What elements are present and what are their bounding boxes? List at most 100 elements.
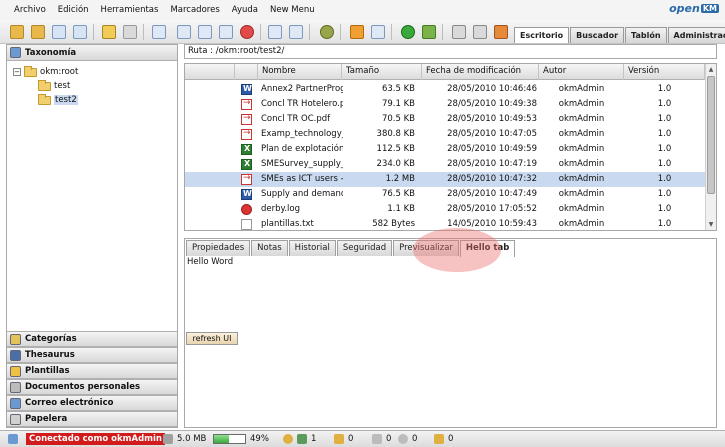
table-row[interactable]: SMEs as ICT users - s 1.2 MB 28/05/2010 10…: [185, 172, 705, 187]
uploader-icon[interactable]: [473, 25, 487, 39]
tree-root[interactable]: − okm:root: [13, 65, 79, 78]
scanner-icon[interactable]: [452, 25, 466, 39]
users-icon[interactable]: [297, 434, 307, 444]
quota-size: 5.0 MB: [177, 434, 207, 444]
tab-administracion[interactable]: Administración: [667, 27, 725, 43]
add-property-group-icon[interactable]: [268, 25, 282, 39]
scroll-up-icon[interactable]: ▲: [707, 65, 715, 74]
home-icon[interactable]: [422, 25, 436, 39]
download-icon[interactable]: [177, 25, 191, 39]
column-tamano[interactable]: Tamaño: [342, 64, 422, 80]
create-folder-icon[interactable]: [10, 25, 24, 39]
tab-escritorio[interactable]: Escritorio: [514, 27, 570, 43]
pdf-file-icon: [241, 98, 252, 110]
unlock-icon[interactable]: [123, 25, 137, 39]
toolbar-separator: [340, 24, 341, 40]
path-label: Ruta :: [188, 46, 214, 56]
column-type: [235, 64, 258, 80]
add-document-icon[interactable]: [152, 25, 166, 39]
tree-root-label: okm:root: [40, 67, 79, 77]
stack-papelera[interactable]: Papelera: [7, 411, 177, 427]
table-row[interactable]: SMESurvey_supply_G 234.0 KB 28/05/2010 10:…: [185, 157, 705, 172]
remove-property-group-icon[interactable]: [289, 25, 303, 39]
cell-version: 1.0: [657, 159, 672, 169]
add-subscription-icon[interactable]: [350, 25, 364, 39]
cell-date: 28/05/2010 10:47:49: [447, 189, 537, 199]
tab-propiedades[interactable]: Propiedades: [186, 240, 251, 256]
table-row[interactable]: Annex2 PartnerProgre 63.5 KB 28/05/2010 10…: [185, 82, 705, 97]
scroll-thumb[interactable]: [707, 76, 715, 194]
chat-icon[interactable]: [494, 25, 508, 39]
tree-item-test2[interactable]: test2: [38, 93, 78, 106]
refresh-ui-button[interactable]: refresh UI: [186, 332, 238, 345]
menu-archivo[interactable]: Archivo: [14, 5, 46, 15]
tab-tablon[interactable]: Tablón: [625, 27, 667, 43]
scroll-down-icon[interactable]: ▼: [707, 220, 715, 229]
table-row[interactable]: Supply and demand N 76.5 KB 28/05/2010 10:…: [185, 187, 705, 202]
locked-documents-icon[interactable]: [334, 434, 344, 444]
subscriptions-icon[interactable]: [434, 434, 444, 444]
column-version[interactable]: Versión: [624, 64, 705, 80]
table-header: Nombre Tamaño Fecha de modificación Auto…: [185, 64, 705, 80]
checkout-icon[interactable]: [372, 434, 382, 444]
remove-subscription-icon[interactable]: [371, 25, 385, 39]
stack-thesaurus[interactable]: Thesaurus: [7, 347, 177, 363]
menu-ayuda[interactable]: Ayuda: [232, 5, 258, 15]
menu-bar: Archivo Edición Herramientas Marcadores …: [0, 0, 725, 20]
path-bar: Ruta : /okm:root/test2/: [184, 44, 717, 59]
column-nombre[interactable]: Nombre: [258, 64, 342, 80]
taxonomy-icon: [10, 47, 21, 58]
cell-date: 28/05/2010 17:05:52: [447, 204, 537, 214]
settings-icon[interactable]: [398, 434, 408, 444]
table-row[interactable]: Concl TR Hotelero.pdf 79.1 KB 28/05/2010 1…: [185, 97, 705, 112]
cell-size: 63.5 KB: [381, 84, 415, 94]
stack-documentos-personales[interactable]: Documentos personales: [7, 379, 177, 395]
toolbar-separator: [442, 24, 443, 40]
trash-icon: [10, 413, 21, 425]
menu-herramientas[interactable]: Herramientas: [101, 5, 159, 15]
cell-author: okmAdmin: [558, 219, 605, 229]
collapse-icon[interactable]: −: [13, 68, 21, 76]
tab-seguridad[interactable]: Seguridad: [336, 240, 393, 256]
tree-item-test[interactable]: test: [38, 79, 70, 92]
user-icon[interactable]: [283, 434, 293, 444]
menu-new-menu[interactable]: New Menu: [270, 5, 315, 15]
cell-author: okmAdmin: [558, 99, 605, 109]
column-fecha[interactable]: Fecha de modificación: [422, 64, 539, 80]
cell-version: 1.0: [657, 219, 672, 229]
table-row[interactable]: Plan de explotación C 112.5 KB 28/05/2010 …: [185, 142, 705, 157]
checkin-icon[interactable]: [219, 25, 233, 39]
table-row[interactable]: derby.log 1.1 KB 28/05/2010 17:05:52 okmAdm…: [185, 202, 705, 217]
txt-file-icon: [241, 219, 252, 230]
refresh-icon[interactable]: [401, 25, 415, 39]
lock-icon[interactable]: [102, 25, 116, 39]
table-row[interactable]: Concl TR OC.pdf 70.5 KB 28/05/2010 10:49:5…: [185, 112, 705, 127]
tab-buscador[interactable]: Buscador: [570, 27, 625, 43]
cell-size: 1.1 KB: [387, 204, 415, 214]
table-row[interactable]: Examp_technology_m 380.8 KB 28/05/2010 10:…: [185, 127, 705, 142]
menu-marcadores[interactable]: Marcadores: [170, 5, 219, 15]
taxonomy-header[interactable]: Taxonomía: [7, 45, 177, 61]
table-scrollbar[interactable]: ▲ ▼: [705, 64, 716, 230]
menu-edicion[interactable]: Edición: [58, 5, 89, 15]
cancel-checkout-icon[interactable]: [240, 25, 254, 39]
column-autor[interactable]: Autor: [539, 64, 624, 80]
excel-file-icon: [241, 144, 252, 155]
tab-notas[interactable]: Notas: [251, 240, 288, 256]
cell-author: okmAdmin: [558, 129, 605, 139]
locked-count: 0: [348, 434, 354, 444]
cell-name: Supply and demand N: [261, 189, 343, 199]
cell-version: 1.0: [657, 129, 672, 139]
tab-historial[interactable]: Historial: [288, 240, 336, 256]
cell-date: 28/05/2010 10:47:05: [447, 129, 537, 139]
settings-count: 0: [412, 434, 418, 444]
stack-plantillas[interactable]: Plantillas: [7, 363, 177, 379]
edit-icon[interactable]: [198, 25, 212, 39]
find-similar-icon[interactable]: [73, 25, 87, 39]
workflow-icon[interactable]: [320, 25, 334, 39]
stack-categorias[interactable]: Categorías: [7, 331, 177, 347]
find-folder-icon[interactable]: [31, 25, 45, 39]
find-document-icon[interactable]: [52, 25, 66, 39]
stack-correo-electronico[interactable]: Correo electrónico: [7, 395, 177, 411]
cell-date: 28/05/2010 10:47:19: [447, 159, 537, 169]
